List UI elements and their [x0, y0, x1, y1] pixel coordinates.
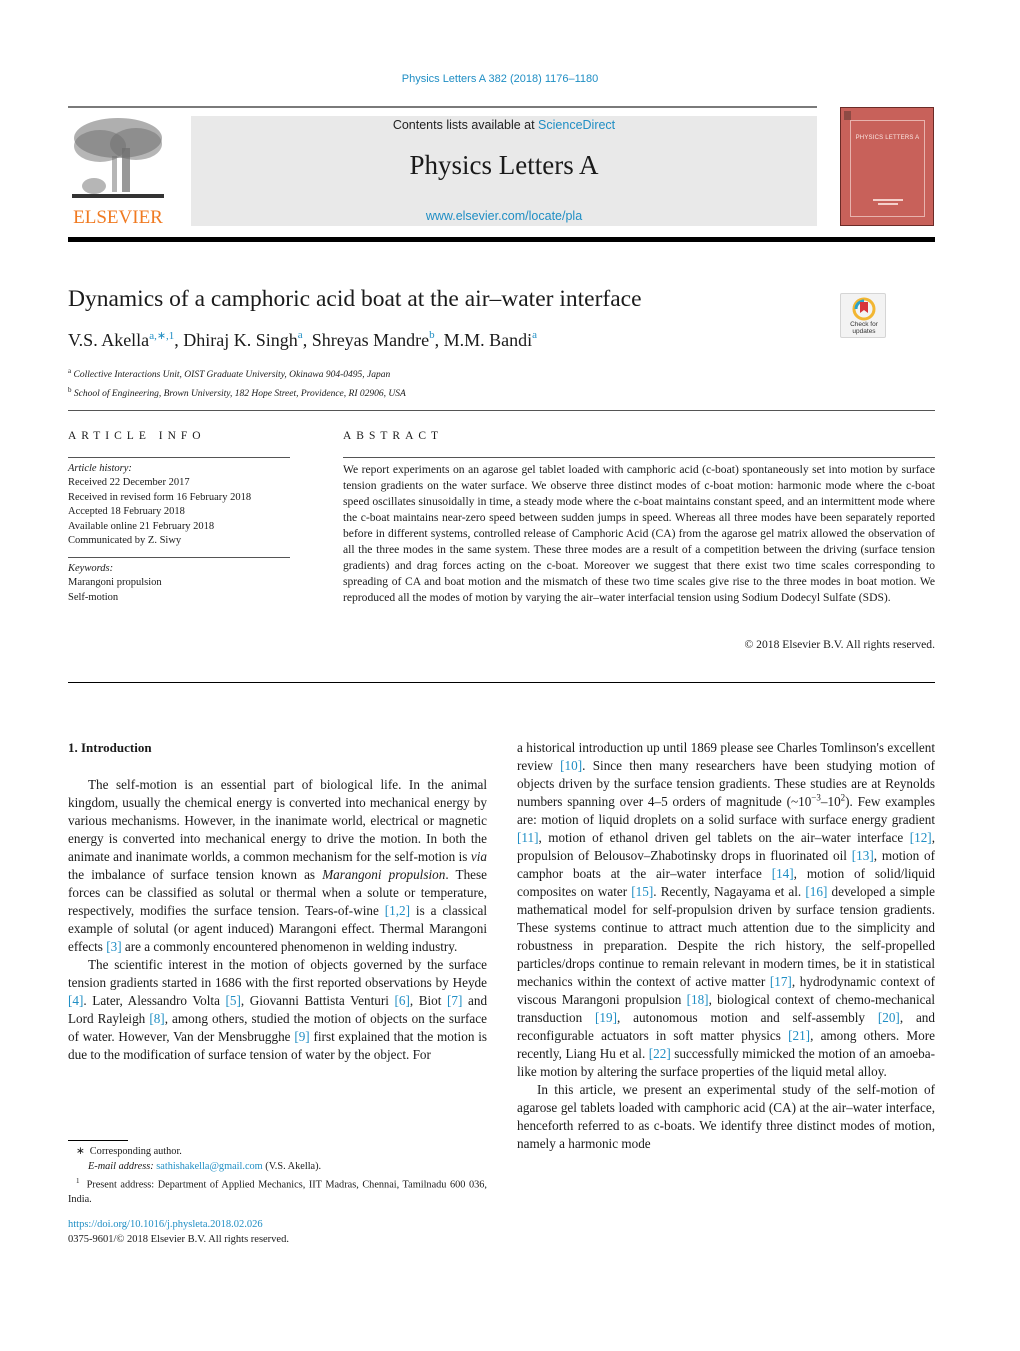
email-link[interactable]: sathishakella@gmail.com: [156, 1161, 262, 1172]
abstract-divider: [343, 457, 935, 458]
journal-url-link[interactable]: www.elsevier.com/locate/pla: [191, 209, 817, 223]
abstract-heading: ABSTRACT: [343, 430, 444, 442]
citation-link[interactable]: [3]: [106, 939, 121, 954]
elsevier-tree-icon: [72, 118, 164, 198]
keywords-divider: [68, 557, 290, 558]
paragraph: The self-motion is an essential part of …: [68, 777, 487, 954]
keywords-label: Keywords:: [68, 563, 114, 574]
masthead-rule: [68, 237, 935, 242]
body-column-left: 1. Introduction The self-motion is an es…: [68, 739, 487, 1064]
history-item: Available online 21 February 2018: [68, 520, 215, 532]
citation-link[interactable]: [18]: [687, 992, 709, 1007]
article-history-label: Article history:: [68, 463, 132, 474]
citation-link[interactable]: [14]: [772, 866, 794, 881]
author-name[interactable]: Dhiraj K. Singh: [183, 330, 298, 350]
text-run: , motion of ethanol driven gel tablets o…: [538, 830, 910, 845]
top-rule: [68, 106, 817, 108]
crossmark-label: Check for updates: [850, 321, 878, 335]
author-affiliation-marker[interactable]: a: [298, 329, 303, 341]
paragraph: The scientific interest in the motion of…: [68, 957, 487, 1062]
affiliation-item: b School of Engineering, Brown Universit…: [68, 386, 406, 400]
body-divider: [68, 682, 935, 683]
citation-link[interactable]: [17]: [770, 974, 792, 989]
article-info-divider: [68, 457, 290, 458]
citation-link[interactable]: [10]: [560, 758, 582, 773]
abstract-text: We report experiments on an agarose gel …: [343, 463, 935, 604]
citation-link[interactable]: [15]: [631, 884, 653, 899]
header-divider: [68, 410, 935, 411]
citation-link[interactable]: [5]: [226, 993, 241, 1008]
citation-link[interactable]: [13]: [852, 848, 874, 863]
cover-title: PHYSICS LETTERS A: [855, 135, 920, 141]
running-head-citation[interactable]: Physics Letters A 382 (2018) 1176–1180: [0, 73, 1000, 85]
citation-link[interactable]: [19]: [595, 1010, 617, 1025]
citation-link[interactable]: [11]: [517, 830, 538, 845]
author-name[interactable]: V.S. Akella: [68, 330, 149, 350]
history-item: Communicated by Z. Siwy: [68, 535, 182, 547]
citation-link[interactable]: [6]: [394, 993, 409, 1008]
footnote-email: E-mail address: sathishakella@gmail.com …: [88, 1160, 322, 1172]
cover-footer-line: [873, 199, 903, 201]
check-for-updates-button[interactable]: Check for updates: [840, 293, 886, 338]
footnote-rule: [68, 1140, 128, 1141]
author-affiliation-marker[interactable]: b: [429, 329, 435, 341]
citation-link[interactable]: [16]: [805, 884, 827, 899]
journal-cover-thumbnail[interactable]: PHYSICS LETTERS A: [840, 107, 934, 226]
article-info-heading: ARTICLE INFO: [68, 430, 206, 442]
article-title: Dynamics of a camphoric acid boat at the…: [68, 286, 642, 312]
keyword-item: Self-motion: [68, 591, 119, 603]
author-affiliation-marker[interactable]: a,∗,1: [149, 330, 174, 342]
footnote-corresponding: ∗ Corresponding author.: [76, 1146, 182, 1157]
citation-link[interactable]: [4]: [68, 993, 83, 1008]
cover-footer-line: [878, 203, 898, 205]
citation-link[interactable]: [21]: [788, 1028, 810, 1043]
text-run: . Recently, Nagayama et al.: [653, 884, 806, 899]
footnotes: ∗ Corresponding author. E-mail address: …: [68, 1145, 487, 1207]
body-column-right: a historical introduction up until 1869 …: [517, 739, 935, 1153]
citation-link[interactable]: [7]: [447, 993, 462, 1008]
issn-copyright: 0375-9601/© 2018 Elsevier B.V. All right…: [68, 1233, 289, 1245]
author-affiliation-marker[interactable]: a: [532, 329, 537, 341]
text-run: , autonomous motion and self-assembly: [617, 1010, 878, 1025]
contents-prefix: Contents lists available at: [392, 118, 539, 132]
citation-link[interactable]: [22]: [649, 1046, 671, 1061]
doi-link[interactable]: https://doi.org/10.1016/j.physleta.2018.…: [68, 1218, 289, 1233]
author-name[interactable]: M.M. Bandi: [444, 330, 533, 350]
paragraph: In this article, we present an experimen…: [517, 1082, 935, 1151]
citation-link[interactable]: [20]: [878, 1010, 900, 1025]
journal-title: Physics Letters A: [409, 150, 599, 180]
history-item: Received 22 December 2017: [68, 477, 190, 489]
author-name[interactable]: Shreyas Mandre: [312, 330, 429, 350]
text-run: –10: [820, 794, 841, 809]
section-heading: 1. Introduction: [68, 740, 152, 755]
keyword-item: Marangoni propulsion: [68, 577, 162, 589]
keywords: Keywords: Marangoni propulsion Self-moti…: [68, 562, 298, 605]
citation-link[interactable]: [8]: [149, 1011, 164, 1026]
sciencedirect-link[interactable]: ScienceDirect: [538, 118, 615, 132]
cover-frame: PHYSICS LETTERS A: [850, 120, 925, 217]
crossmark-icon: [852, 297, 876, 321]
paragraph: a historical introduction up until 1869 …: [517, 739, 935, 1081]
elsevier-logo[interactable]: ELSEVIER: [68, 116, 168, 228]
doi-block: https://doi.org/10.1016/j.physleta.2018.…: [68, 1218, 289, 1247]
abstract-copyright: © 2018 Elsevier B.V. All rights reserved…: [744, 638, 935, 651]
affiliation-item: a Collective Interactions Unit, OIST Gra…: [68, 367, 391, 381]
journal-banner: Contents lists available at ScienceDirec…: [191, 116, 817, 226]
history-item: Accepted 18 February 2018: [68, 506, 185, 518]
contents-line: Contents lists available at ScienceDirec…: [191, 118, 817, 132]
elsevier-wordmark: ELSEVIER: [73, 207, 163, 228]
exponent: −3: [811, 792, 821, 803]
author-list: V.S. Akellaa,∗,1, Dhiraj K. Singha, Shre…: [68, 329, 538, 350]
history-item: Received in revised form 16 February 201…: [68, 491, 252, 503]
article-history: Article history: Received 22 December 20…: [68, 462, 298, 548]
citation-link[interactable]: [1,2]: [385, 903, 410, 918]
footnote-present-address: 1 Present address: Department of Applied…: [68, 1177, 487, 1205]
citation-link[interactable]: [9]: [294, 1029, 309, 1044]
affiliations: a Collective Interactions Unit, OIST Gra…: [68, 364, 406, 402]
cover-publisher-mark: [844, 111, 851, 120]
citation-link[interactable]: [12]: [910, 830, 932, 845]
